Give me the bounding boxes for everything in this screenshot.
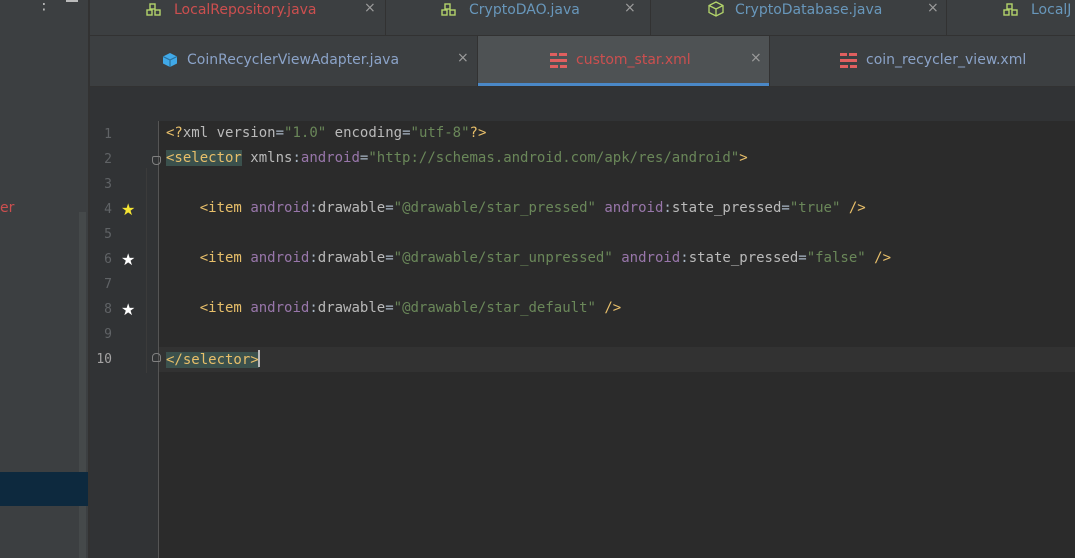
tab-label: LocalJ <box>1031 2 1072 18</box>
close-icon[interactable]: × <box>750 50 762 66</box>
star-pressed-icon[interactable]: ★ <box>121 202 135 218</box>
fold-start-icon[interactable] <box>152 156 161 165</box>
tab-coin-recycler-view-xml[interactable]: coin_recycler_view.xml <box>770 36 1075 86</box>
close-icon[interactable]: × <box>364 0 376 16</box>
code-editor[interactable] <box>159 121 1075 558</box>
matched-tag: <selector <box>166 150 242 166</box>
line-number: 7 <box>104 277 112 292</box>
code-line-4: <item android:drawable="@drawable/star_p… <box>199 200 866 216</box>
xml-layout-icon <box>840 53 857 68</box>
cube-icon <box>162 53 178 67</box>
code-line-6: <item android:drawable="@drawable/star_u… <box>199 250 892 266</box>
tab-label: LocalRepository.java <box>174 2 317 18</box>
code-line-2: <selector xmlns:android="http://schemas.… <box>166 150 748 166</box>
star-default-icon[interactable]: ★ <box>121 302 135 318</box>
project-panel-scrollbar[interactable] <box>79 212 86 558</box>
tab-coin-recycler-view-adapter[interactable]: CoinRecyclerViewAdapter.java × <box>90 36 478 86</box>
indent-guide <box>146 168 147 373</box>
code-line-8: <item android:drawable="@drawable/star_d… <box>199 300 622 316</box>
line-number: 1 <box>104 127 112 142</box>
fold-end-icon[interactable] <box>152 353 161 362</box>
editor-tab-row-1: LocalRepository.java × CryptoDAO.java × … <box>90 0 1075 36</box>
active-tab-indicator <box>478 83 769 86</box>
line-number: 4 <box>104 202 112 217</box>
line-number: 6 <box>104 252 112 267</box>
breadcrumb-strip <box>90 87 1075 121</box>
tab-label: CryptoDatabase.java <box>735 2 883 18</box>
code-line-10: </selector> <box>166 350 260 368</box>
line-number: 2 <box>104 152 112 167</box>
tab-label: CryptoDAO.java <box>469 2 580 18</box>
line-number: 10 <box>96 352 112 367</box>
star-unpressed-icon[interactable]: ★ <box>121 252 135 268</box>
class-icon <box>441 3 456 16</box>
close-icon[interactable]: × <box>624 0 636 16</box>
xml-layout-icon <box>550 53 567 68</box>
editor-tab-row-2: CoinRecyclerViewAdapter.java × custom_st… <box>90 36 1075 87</box>
class-icon <box>1003 3 1018 16</box>
tab-crypto-dao[interactable]: CryptoDAO.java × <box>386 0 651 35</box>
tab-label: custom_star.xml <box>576 52 691 68</box>
tab-custom-star-xml[interactable]: custom_star.xml × <box>478 36 770 86</box>
current-line-highlight <box>159 347 1075 372</box>
more-options-icon[interactable]: ⋮ <box>36 0 52 13</box>
project-tree-selected-row[interactable] <box>0 472 89 506</box>
text-caret <box>257 350 260 367</box>
line-number: 9 <box>104 327 112 342</box>
close-icon[interactable]: × <box>927 0 939 16</box>
collapse-icon[interactable] <box>66 0 78 2</box>
tab-label: coin_recycler_view.xml <box>866 52 1027 68</box>
project-panel: ⋮ er <box>0 0 89 558</box>
project-tree-item-partial[interactable]: er <box>0 200 14 216</box>
close-icon[interactable]: × <box>457 50 469 66</box>
line-number: 3 <box>104 177 112 192</box>
tab-crypto-database[interactable]: CryptoDatabase.java × <box>651 0 947 35</box>
code-line-1: <?xml version="1.0" encoding="utf-8"?> <box>166 125 487 141</box>
tab-local-repository[interactable]: LocalRepository.java × <box>90 0 386 35</box>
cube-icon <box>708 1 724 17</box>
class-icon <box>146 3 161 16</box>
line-number: 8 <box>104 302 112 317</box>
tab-label: CoinRecyclerViewAdapter.java <box>187 52 400 68</box>
line-number: 5 <box>104 227 112 242</box>
tab-local-j[interactable]: LocalJ <box>947 0 1075 35</box>
